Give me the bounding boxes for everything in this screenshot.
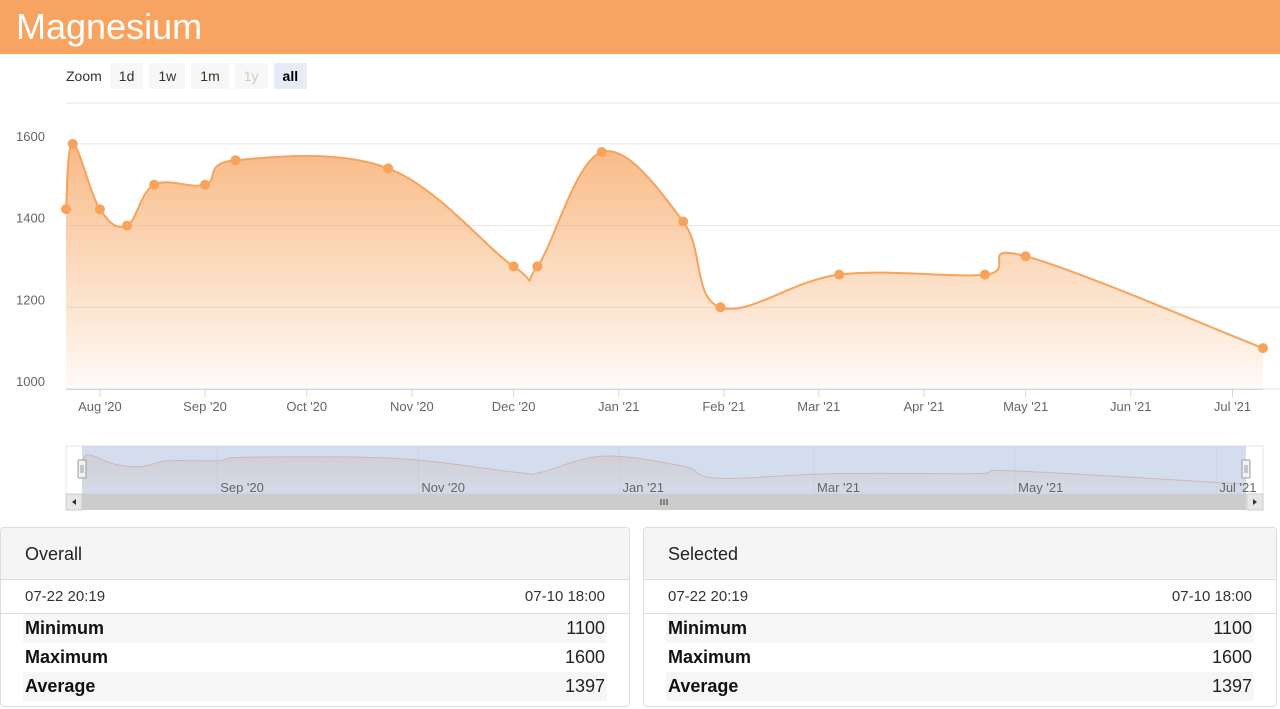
- overall-minimum-value: 1100: [566, 618, 605, 638]
- navigator-tick-label: Mar '21: [817, 480, 860, 495]
- data-point[interactable]: [678, 216, 689, 227]
- selected-average-label: Average: [668, 676, 739, 696]
- data-point[interactable]: [596, 147, 607, 158]
- x-tick-label: Jul '21: [1214, 399, 1251, 414]
- selected-average-value: 1397: [1211, 676, 1252, 696]
- x-tick-label: Feb '21: [702, 399, 745, 414]
- navigator-right-handle[interactable]: [1241, 459, 1251, 479]
- navigator-left-handle[interactable]: [77, 459, 87, 479]
- title-bar: Magnesium: [0, 0, 1280, 54]
- data-point[interactable]: [383, 163, 394, 174]
- selected-average-row: Average 1397: [666, 672, 1254, 701]
- overall-minimum-row: Minimum 1100: [23, 614, 607, 643]
- data-point[interactable]: [1020, 251, 1031, 262]
- scrollbar[interactable]: [65, 493, 1264, 511]
- x-tick-label: Jan '21: [598, 399, 640, 414]
- x-tick-label: Jun '21: [1110, 399, 1152, 414]
- x-tick-label: Apr '21: [904, 399, 945, 414]
- handle-body[interactable]: [1241, 459, 1251, 479]
- navigator-tick-label: Jan '21: [622, 480, 664, 495]
- selected-maximum-value: 1600: [1211, 647, 1252, 667]
- data-point[interactable]: [834, 269, 845, 280]
- x-axis: Aug '20 Sep '20 Oct '20 Nov '20 Dec '20 Jan '…: [66, 389, 1263, 414]
- x-tick-label: Dec '20: [492, 399, 536, 414]
- series-area: [66, 143, 1263, 389]
- data-point[interactable]: [61, 204, 71, 215]
- zoom-label: Zoom: [66, 68, 102, 84]
- overall-panel: Overall 07-22 20:19 07-10 18:00 Minimum …: [0, 527, 630, 707]
- data-point[interactable]: [230, 155, 241, 166]
- x-tick-label: Aug '20: [78, 399, 122, 414]
- selected-panel: Selected 07-22 20:19 07-10 18:00 Minimum…: [643, 527, 1277, 707]
- navigator[interactable]: Sep '20 Nov '20 Jan '21 Mar '21 May '21 Jul '…: [65, 445, 1264, 495]
- selected-panel-title: Selected: [644, 528, 1276, 580]
- data-point[interactable]: [532, 261, 543, 272]
- navigator-tick-label: Jul '21: [1219, 480, 1256, 495]
- y-tick-label: 1600: [16, 129, 45, 144]
- overall-average-row: Average 1397: [23, 672, 607, 701]
- x-tick-label: May '21: [1003, 399, 1048, 414]
- overall-minimum-label: Minimum: [25, 618, 104, 638]
- overall-maximum-row: Maximum 1600: [23, 643, 607, 672]
- overall-maximum-label: Maximum: [25, 647, 109, 667]
- data-point[interactable]: [715, 302, 726, 313]
- x-tick-label: Mar '21: [797, 399, 840, 414]
- selected-maximum-row: Maximum 1600: [666, 643, 1254, 672]
- navigator-tick-label: Sep '20: [220, 480, 264, 495]
- data-point[interactable]: [122, 220, 133, 231]
- y-tick-label: 1000: [16, 374, 45, 389]
- overall-end-date: 07-10 18:00: [524, 588, 605, 605]
- data-point[interactable]: [200, 179, 211, 190]
- data-point[interactable]: [1258, 343, 1268, 354]
- data-point[interactable]: [149, 179, 160, 190]
- y-axis: 1000 1200 1400 1600: [16, 129, 45, 389]
- overall-average-value: 1397: [564, 676, 605, 696]
- overall-average-label: Average: [25, 676, 96, 696]
- selected-start-date: 07-22 20:19: [668, 588, 749, 605]
- selected-minimum-row: Minimum 1100: [666, 614, 1254, 643]
- x-tick-label: Oct '20: [286, 399, 327, 414]
- zoom-selector: Zoom 1d 1w 1m 1y all: [66, 63, 313, 89]
- overall-date-range: 07-22 20:19 07-10 18:00: [1, 580, 629, 614]
- y-tick-label: 1200: [16, 292, 45, 307]
- overall-start-date: 07-22 20:19: [25, 588, 106, 605]
- selected-minimum-label: Minimum: [668, 618, 747, 638]
- overall-panel-title: Overall: [1, 528, 629, 580]
- navigator-tick-label: May '21: [1018, 480, 1063, 495]
- zoom-all-button[interactable]: all: [273, 63, 308, 89]
- data-point[interactable]: [94, 204, 105, 215]
- selected-end-date: 07-10 18:00: [1171, 588, 1252, 605]
- zoom-1y-button: 1y: [234, 63, 268, 89]
- x-tick-label: Sep '20: [183, 399, 227, 414]
- navigator-tick-label: Nov '20: [421, 480, 465, 495]
- zoom-1d-button[interactable]: 1d: [109, 63, 144, 89]
- data-point[interactable]: [67, 138, 78, 149]
- page-title: Magnesium: [16, 6, 203, 47]
- handle-body[interactable]: [77, 459, 87, 479]
- selected-date-range: 07-22 20:19 07-10 18:00: [644, 580, 1276, 614]
- selected-maximum-label: Maximum: [668, 647, 752, 667]
- overall-maximum-value: 1600: [564, 647, 605, 667]
- stock-chart: 1000 1200 1400 1600 Aug '20 Sep '20 Oct '20 No…: [16, 102, 1280, 511]
- selected-minimum-value: 1100: [1213, 618, 1252, 638]
- data-point[interactable]: [979, 269, 990, 280]
- zoom-1w-button[interactable]: 1w: [149, 63, 186, 89]
- y-tick-label: 1400: [16, 211, 45, 226]
- x-tick-label: Nov '20: [390, 399, 434, 414]
- zoom-1m-button[interactable]: 1m: [191, 63, 229, 89]
- data-point[interactable]: [508, 261, 519, 272]
